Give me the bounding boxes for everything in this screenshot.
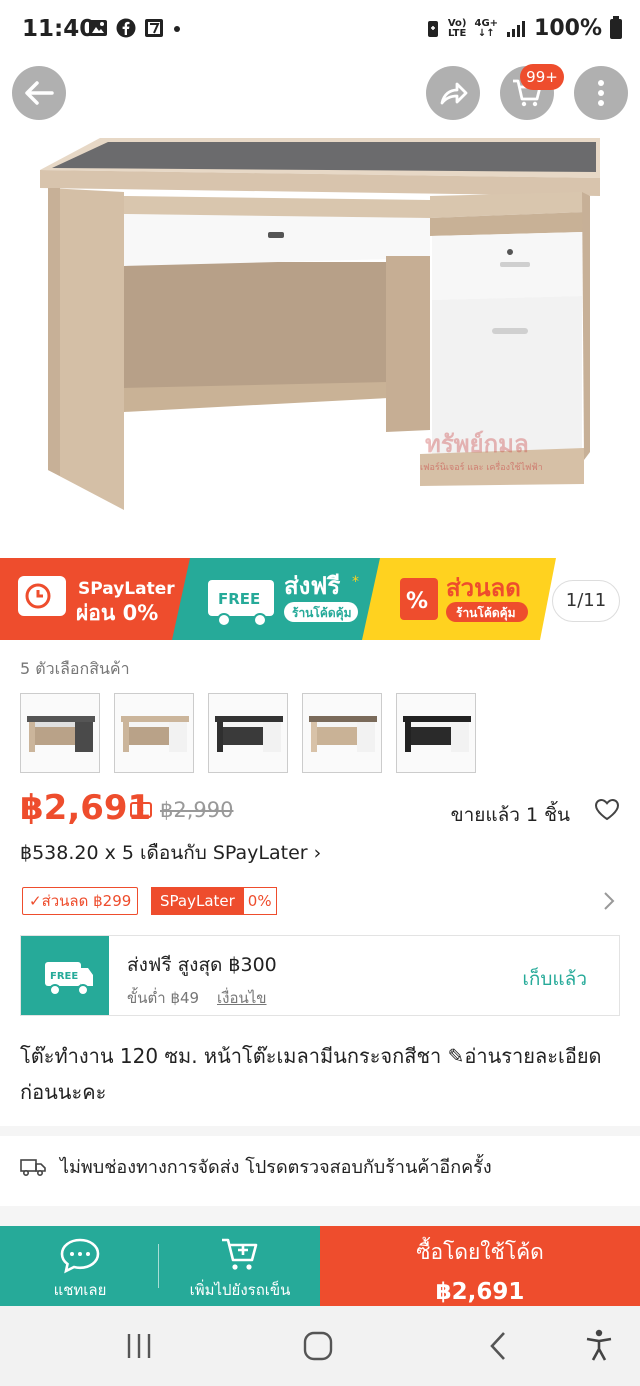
gallery-icon [89,20,107,36]
variant-thumbnails [20,693,476,773]
share-icon [440,82,468,105]
heart-icon[interactable] [594,798,620,822]
chat-button[interactable]: แชทเลย [0,1226,160,1306]
original-price: ฿2,990 [160,798,234,822]
bottom-divider [158,1244,159,1288]
battery-percent: 100% [534,16,602,41]
chevron-right-icon[interactable] [602,890,616,912]
variants-label: 5 ตัวเลือกสินค้า [20,659,130,678]
voucher-min-spend: ขั้นต่ำ ฿49 [127,989,200,1007]
shipping-notice-text: ไม่พบช่องทางการจัดส่ง โปรดตรวจสอบกับร้าน… [60,1157,492,1178]
svg-text:ส่วนลด: ส่วนลด [446,574,521,602]
accessibility-icon[interactable] [584,1328,614,1362]
back-nav-icon[interactable] [486,1330,510,1362]
product-image[interactable]: ทรัพย์กมล เฟอร์นิเจอร์ และ เครื่องใช้ไฟฟ… [0,60,640,558]
variant-thumbnail[interactable] [208,693,288,773]
free-shipping-icon: FREE [45,962,93,996]
watermark-main: ทรัพย์กมล [425,430,529,458]
status-right: Vo) LTE 4G+ ↓↑ 100% [426,15,622,41]
more-notifications-icon [174,26,180,32]
recent-apps-icon[interactable] [124,1331,154,1361]
shipping-voucher[interactable]: FREE ส่งฟรี สูงสุด ฿300 ขั้นต่ำ ฿49 เงื่… [20,935,620,1016]
spaylater-coupon-rate: 0% [243,887,277,915]
facebook-icon [116,18,136,38]
section-divider [0,1206,640,1226]
chevron-right-icon: › [313,842,322,864]
home-icon[interactable] [302,1330,334,1362]
svg-text:ร้านโค้ดคุ้ม: ร้านโค้ดคุ้ม [456,605,516,621]
buy-with-code-button[interactable]: ซื้อโดยใช้โค้ด ฿2,691 [320,1226,640,1306]
svg-text:ส่งฟรี: ส่งฟรี [284,572,340,600]
status-time: 11:40 [22,16,96,42]
voucher-icon-panel: FREE [21,936,109,1015]
back-button[interactable] [12,66,66,120]
price-tag-icon: ฿ [130,802,152,818]
battery-saver-icon [427,20,438,37]
promo-banner[interactable]: SPayLater ผ่อน 0% FREE ส่งฟรี * ร้านโค้ด… [0,558,640,640]
signal-icon [507,20,526,37]
voucher-title: ส่งฟรี สูงสุด ฿300 [127,954,277,976]
chat-label: แชทเลย [53,1281,107,1299]
installment-link[interactable]: ฿538.20 x 5 เดือนกับ SPayLater › [20,838,321,868]
promo-banner-graphic: SPayLater ผ่อน 0% FREE ส่งฟรี * ร้านโค้ด… [0,558,640,640]
truck-icon [20,1158,46,1176]
voucher-conditions-link[interactable]: เงื่อนไข [217,986,267,1010]
spaylater-coupon-label: SPayLater [151,887,244,915]
section-divider [0,1126,640,1136]
svg-text:FREE: FREE [218,590,260,608]
image-counter: 1/11 [552,580,620,622]
spaylater-coupon[interactable]: SPayLater 0% [151,887,277,915]
desk-illustration: ทรัพย์กมล เฟอร์นิเจอร์ และ เครื่องใช้ไฟฟ… [40,138,600,510]
svg-text:SPayLater: SPayLater [78,579,175,599]
seven-eleven-icon [145,19,163,37]
cart-plus-icon [222,1238,258,1270]
installment-text: ฿538.20 x 5 เดือนกับ SPayLater [20,842,308,864]
discount-coupon[interactable]: ✓ส่วนลด ฿299 [22,887,139,915]
android-nav-bar [0,1306,640,1386]
svg-text:FREE: FREE [50,971,78,982]
svg-text:%: % [406,589,428,614]
svg-text:*: * [352,574,359,590]
voucher-collected-label[interactable]: เก็บแล้ว [522,964,587,994]
add-to-cart-button[interactable]: เพิ่มไปยังรถเข็น [160,1226,320,1306]
svg-text:ผ่อน 0%: ผ่อน 0% [76,601,158,625]
variant-thumbnail[interactable] [396,693,476,773]
variant-thumbnail[interactable] [114,693,194,773]
product-title: โต๊ะทำงาน 120 ซม. หน้าโต๊ะเมลามีนกระจกสี… [20,1044,602,1104]
share-button[interactable] [426,66,480,120]
svg-text:ร้านโค้ดคุ้ม: ร้านโค้ดคุ้ม [292,605,352,621]
variant-thumbnail[interactable] [302,693,382,773]
notification-icons [88,18,182,38]
network-indicator: 4G+ ↓↑ [474,17,499,39]
shipping-notice: ไม่พบช่องทางการจัดส่ง โปรดตรวจสอบกับร้าน… [20,1152,492,1181]
buy-price: ฿2,691 [435,1279,525,1305]
arrow-left-icon [25,81,54,105]
cart-count-badge: 99+ [520,64,564,90]
chat-icon [60,1238,100,1274]
status-bar: 11:40 Vo) LTE 4G+ ↓↑ 100% [0,0,640,60]
variant-thumbnail[interactable] [20,693,100,773]
more-vertical-icon [598,80,604,106]
sold-count: ขายแล้ว 1 ชิ้น [450,804,570,826]
bottom-action-bar: แชทเลย เพิ่มไปยังรถเข็น ซื้อโดยใช้โค้ด ฿… [0,1226,640,1306]
volte-indicator: Vo) LTE [447,17,467,39]
add-to-cart-label: เพิ่มไปยังรถเข็น [189,1281,291,1299]
buy-title: ซื้อโดยใช้โค้ด [416,1240,544,1264]
battery-icon [610,15,622,39]
more-options-button[interactable] [574,66,628,120]
